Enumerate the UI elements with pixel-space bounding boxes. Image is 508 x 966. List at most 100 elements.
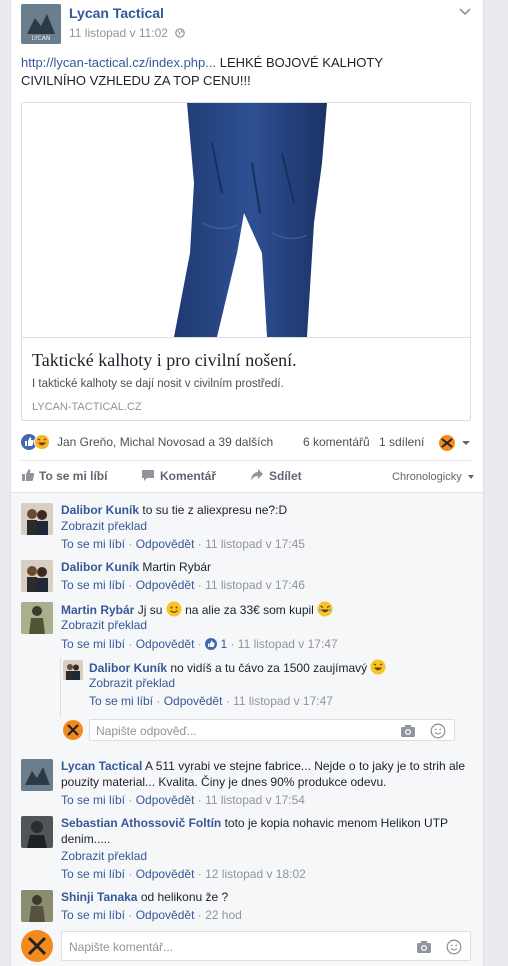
timestamp-text[interactable]: 11 listopad v 11:02 (69, 26, 168, 40)
translate-text[interactable]: Zobrazit překlad (61, 618, 147, 632)
sort-label[interactable]: Chronologicky (392, 471, 462, 483)
globe-icon (175, 27, 186, 38)
current-user-avatar (21, 930, 53, 962)
comment-time[interactable]: 11 listopad v 17:47 (238, 637, 338, 651)
page-avatar-selector[interactable] (438, 434, 472, 452)
comment-text: od helikonu že ? (140, 890, 229, 904)
comment-like-link[interactable]: To se mi líbí (61, 578, 125, 592)
reply-author[interactable]: Dalibor Kuník (89, 661, 167, 675)
comment-body: Dalibor Kuník to su tie z aliexpresu ne?… (61, 502, 461, 518)
caret-down-icon (467, 475, 474, 479)
reply-time[interactable]: 11 listopad v 17:47 (233, 694, 333, 708)
post-text: http://lycan-tactical.cz/index.php... LE… (21, 54, 421, 90)
sort-dropdown[interactable]: Chronologicky (392, 471, 474, 483)
translate-link[interactable]: Zobrazit překlad (61, 518, 147, 534)
reply-reply-link[interactable]: Odpovědět (164, 694, 223, 708)
link-preview[interactable]: Taktické kalhoty i pro civilní nošení. I… (21, 102, 471, 421)
comment-time[interactable]: 22 hod (205, 908, 242, 922)
comment-like-link[interactable]: To se mi líbí (61, 908, 125, 922)
comment-author[interactable]: Shinji Tanaka (61, 890, 137, 904)
comment-author[interactable]: Dalibor Kuník (61, 503, 139, 517)
comment-time[interactable]: 11 listopad v 17:46 (205, 578, 305, 592)
translate-link[interactable]: Zobrazit překlad (61, 848, 147, 864)
reply-text: no vidíš a tu čávo za 1500 zaujímavý (170, 661, 368, 675)
avatar[interactable] (21, 759, 53, 791)
divider (21, 460, 471, 461)
comment-author[interactable]: Lycan Tactical (61, 759, 142, 773)
like-count-icon[interactable] (205, 638, 218, 650)
reply-input[interactable]: Napište odpověď... (89, 719, 455, 741)
avatar[interactable] (21, 503, 53, 535)
comment-icon (141, 468, 155, 482)
comment-meta: To se mi líbí · Odpovědět · 11 listopad … (61, 578, 305, 592)
thumbs-up-icon (21, 468, 35, 482)
laugh-emoji-icon (317, 601, 333, 617)
reaction-names[interactable]: Jan Greňo, Michal Novosad a 39 dalších (57, 435, 273, 449)
translate-text[interactable]: Zobrazit překlad (61, 849, 147, 863)
comment-like-link[interactable]: To se mi líbí (61, 637, 125, 651)
comment-author[interactable]: Martin Rybár (61, 603, 134, 617)
like-button[interactable]: To se mi líbí (21, 468, 107, 488)
haha-reaction-icon[interactable] (34, 434, 50, 450)
comment-time[interactable]: 11 listopad v 17:45 (205, 537, 305, 551)
avatar[interactable] (21, 816, 53, 848)
comment-reply-link[interactable]: Odpovědět (136, 578, 195, 592)
preview-image[interactable] (22, 103, 470, 337)
like-label[interactable]: To se mi líbí (39, 469, 107, 483)
comment-body: Dalibor Kuník Martin Rybár (61, 559, 461, 575)
page-name[interactable]: Lycan Tactical (69, 5, 164, 21)
emoji-icon[interactable] (430, 723, 446, 739)
translate-link[interactable]: Zobrazit překlad (61, 617, 147, 633)
share-button[interactable]: Sdílet (250, 468, 302, 488)
comment-reply-link[interactable]: Odpovědět (136, 793, 195, 807)
comment-like-link[interactable]: To se mi líbí (61, 867, 125, 881)
translate-text[interactable]: Zobrazit překlad (89, 676, 175, 690)
translate-link[interactable]: Zobrazit překlad (89, 675, 175, 691)
comment-like-link[interactable]: To se mi líbí (61, 793, 125, 807)
avatar[interactable] (21, 560, 53, 592)
comment-text-2: na alie za 33€ som kupil (185, 603, 314, 617)
comment-author[interactable]: Sebastian Athossovič Foltín (61, 816, 221, 830)
camera-icon[interactable] (400, 723, 416, 739)
chevron-down-icon[interactable] (459, 6, 471, 16)
comments-section: Dalibor Kuník to su tie z aliexpresu ne?… (11, 492, 483, 966)
share-label[interactable]: Sdílet (269, 469, 302, 483)
avatar[interactable] (63, 660, 83, 680)
reply-meta: To se mi líbí · Odpovědět · 11 listopad … (89, 694, 333, 708)
post-card: LYCAN Lycan Tactical 11 listopad v 11:02… (10, 0, 484, 966)
comment-time[interactable]: 11 listopad v 17:54 (205, 793, 305, 807)
comment-input-placeholder: Napište komentář... (69, 940, 174, 954)
preview-title[interactable]: Taktické kalhoty i pro civilní nošení. (32, 350, 297, 371)
reply-input-placeholder: Napište odpověď... (96, 724, 197, 738)
smile-emoji-icon (166, 601, 182, 617)
comments-count[interactable]: 6 komentářů (303, 435, 370, 449)
current-user-avatar (63, 720, 83, 740)
comment-button[interactable]: Komentář (141, 468, 216, 488)
avatar[interactable] (21, 602, 53, 634)
share-icon (250, 468, 264, 482)
comment-author[interactable]: Dalibor Kuník (61, 560, 139, 574)
shares-count[interactable]: 1 sdílení (379, 435, 424, 449)
reply-body: Dalibor Kuník no vidíš a tu čávo za 1500… (89, 659, 479, 676)
camera-icon[interactable] (416, 939, 432, 955)
comment-meta: To se mi líbí · Odpovědět · 11 listopad … (61, 793, 305, 807)
emoji-icon[interactable] (446, 939, 462, 955)
post-link[interactable]: http://lycan-tactical.cz/index.php... (21, 55, 216, 70)
reply-like-link[interactable]: To se mi líbí (89, 694, 153, 708)
comment-text-1: Jj su (137, 603, 163, 617)
comment-reply-link[interactable]: Odpovědět (136, 908, 195, 922)
comment-reply-link[interactable]: Odpovědět (136, 637, 195, 651)
svg-text:LYCAN: LYCAN (32, 35, 51, 42)
comment-time[interactable]: 12 listopad v 18:02 (205, 867, 306, 881)
avatar[interactable] (21, 890, 53, 922)
page-avatar[interactable]: LYCAN (21, 4, 61, 44)
translate-text[interactable]: Zobrazit překlad (61, 519, 147, 533)
comment-input[interactable]: Napište komentář... (61, 931, 471, 961)
like-count[interactable]: 1 (220, 637, 227, 651)
comment-like-link[interactable]: To se mi líbí (61, 537, 125, 551)
comment-label[interactable]: Komentář (160, 469, 216, 483)
comment-reply-link[interactable]: Odpovědět (136, 537, 195, 551)
reply-thread-line (60, 657, 61, 717)
comment-reply-link[interactable]: Odpovědět (136, 867, 195, 881)
post-timestamp[interactable]: 11 listopad v 11:02 (69, 26, 186, 40)
